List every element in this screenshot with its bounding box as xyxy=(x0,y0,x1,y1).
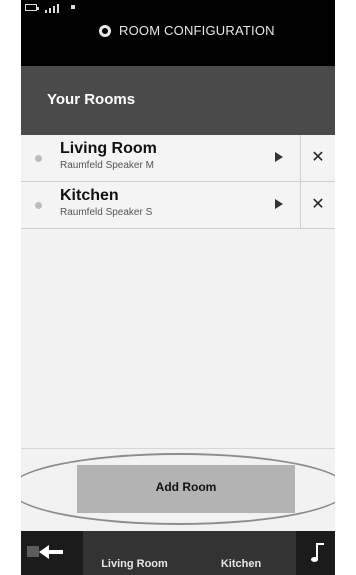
rooms-section-header: Your Rooms xyxy=(21,66,335,135)
footer-divider xyxy=(21,448,335,449)
room-name: Living Room xyxy=(60,140,157,157)
tab-kitchen[interactable]: Kitchen xyxy=(186,531,296,575)
app-screen: ROOM CONFIGURATION Your Rooms Living Roo… xyxy=(21,0,335,575)
home-icon xyxy=(27,546,39,557)
signal-icon xyxy=(45,3,59,13)
add-room-label: Add Room xyxy=(155,480,217,494)
add-room-button[interactable]: Add Room xyxy=(77,465,295,513)
room-row-living-room[interactable]: Living Room Raumfeld Speaker M ✕ xyxy=(21,135,335,182)
ring-icon xyxy=(99,25,111,37)
tab-label: Living Room xyxy=(101,558,168,570)
status-bar xyxy=(21,0,335,18)
bezel-left xyxy=(0,0,21,575)
row-divider xyxy=(300,135,301,181)
page-title: ROOM CONFIGURATION xyxy=(119,23,275,38)
bottom-nav: Living Room Kitchen xyxy=(21,531,335,575)
music-note-flag xyxy=(317,543,324,545)
back-arrow-icon xyxy=(39,545,49,559)
music-note-head xyxy=(311,557,318,562)
music-button[interactable] xyxy=(296,531,335,575)
close-icon[interactable]: ✕ xyxy=(307,146,329,168)
room-status-dot xyxy=(35,202,42,209)
close-icon[interactable]: ✕ xyxy=(307,193,329,215)
header-spacer xyxy=(21,44,335,66)
battery-icon xyxy=(25,4,39,11)
tab-living-room[interactable]: Living Room xyxy=(83,531,186,575)
room-name: Kitchen xyxy=(60,187,119,204)
play-icon[interactable] xyxy=(275,152,283,162)
room-device: Raumfeld Speaker M xyxy=(60,160,154,171)
room-status-dot xyxy=(35,155,42,162)
back-arrow-shaft xyxy=(49,550,63,554)
room-row-kitchen[interactable]: Kitchen Raumfeld Speaker S ✕ xyxy=(21,182,335,229)
bezel-right xyxy=(335,0,356,575)
notification-icon xyxy=(71,5,75,9)
row-divider xyxy=(300,182,301,228)
title-bar: ROOM CONFIGURATION xyxy=(21,18,335,44)
room-device: Raumfeld Speaker S xyxy=(60,207,153,218)
tab-label: Kitchen xyxy=(220,558,262,570)
device-frame: ROOM CONFIGURATION Your Rooms Living Roo… xyxy=(0,0,356,575)
play-icon[interactable] xyxy=(275,199,283,209)
rooms-section-title: Your Rooms xyxy=(47,91,136,108)
back-button[interactable] xyxy=(21,531,83,575)
